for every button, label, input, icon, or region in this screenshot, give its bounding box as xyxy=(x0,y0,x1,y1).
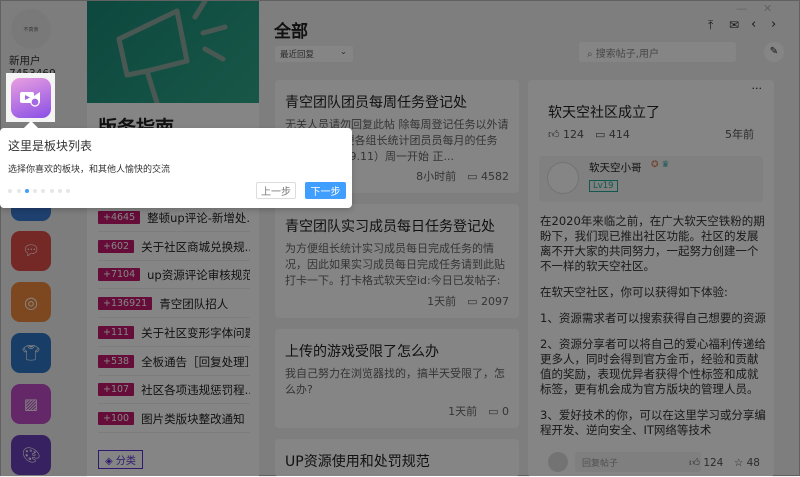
step-dot xyxy=(17,189,21,193)
step-dot xyxy=(50,189,54,193)
step-dot xyxy=(41,189,45,193)
tour-title: 这里是板块列表 xyxy=(8,139,93,153)
tour-overlay xyxy=(0,0,800,476)
next-button[interactable]: 下一步 xyxy=(305,182,346,199)
step-dot xyxy=(33,189,37,193)
step-dot xyxy=(58,189,62,193)
tour-tooltip: 这里是板块列表 选择你喜欢的板块，和其他人愉快的交流 上一步 下一步 xyxy=(0,128,352,208)
highlighted-board-icon[interactable] xyxy=(6,73,55,122)
prev-button[interactable]: 上一步 xyxy=(256,182,296,199)
step-dot xyxy=(66,189,70,193)
tour-description: 选择你喜欢的板块，和其他人愉快的交流 xyxy=(8,165,171,175)
step-dot xyxy=(8,189,12,193)
step-dot-active xyxy=(25,189,29,193)
video-share-icon xyxy=(10,77,51,118)
